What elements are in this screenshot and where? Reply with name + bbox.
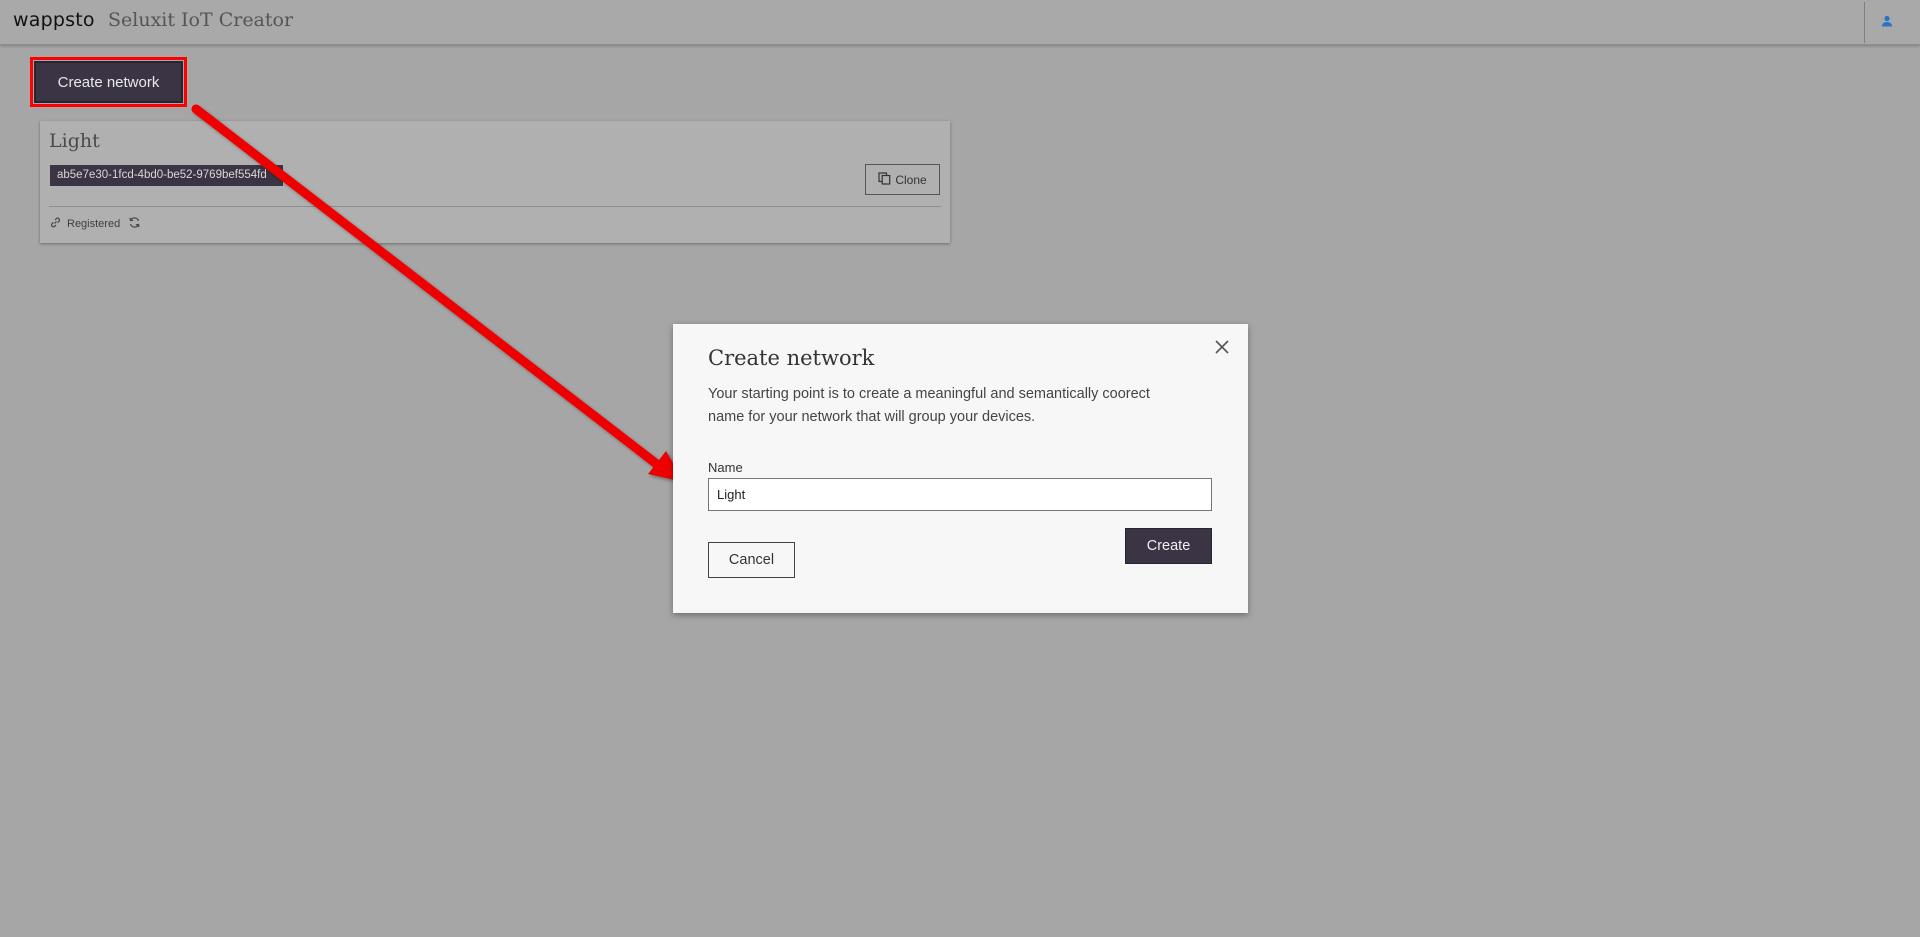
brand-logo[interactable]: wappsto: [13, 9, 95, 31]
top-bar: wappsto Seluxit IoT Creator: [0, 0, 1920, 45]
link-icon: [50, 217, 61, 231]
network-card[interactable]: Light ab5e7e30-1fcd-4bd0-be52-9769bef554…: [40, 121, 950, 243]
close-icon[interactable]: [1213, 338, 1231, 356]
card-divider: [49, 206, 941, 207]
refresh-icon[interactable]: [128, 216, 141, 232]
network-id[interactable]: ab5e7e30-1fcd-4bd0-be52-9769bef554fd: [50, 165, 283, 186]
create-network-modal: Create network Your starting point is to…: [673, 324, 1248, 613]
user-icon[interactable]: [1880, 14, 1894, 28]
modal-title: Create network: [708, 346, 875, 370]
cancel-button[interactable]: Cancel: [708, 542, 795, 578]
clone-label: Clone: [895, 172, 927, 187]
modal-description: Your starting point is to create a meani…: [708, 386, 1150, 425]
create-button[interactable]: Create: [1125, 528, 1212, 564]
status-text: Registered: [67, 218, 121, 230]
app-title: Seluxit IoT Creator: [108, 9, 294, 31]
topbar-divider: [1864, 2, 1865, 43]
card-footer: Registered: [50, 216, 141, 232]
network-title: Light: [49, 130, 100, 152]
create-network-button[interactable]: Create network: [34, 61, 183, 103]
name-label: Name: [708, 460, 743, 475]
clone-button[interactable]: Clone: [865, 164, 940, 195]
name-input[interactable]: [708, 478, 1212, 511]
copy-icon: [878, 171, 891, 188]
